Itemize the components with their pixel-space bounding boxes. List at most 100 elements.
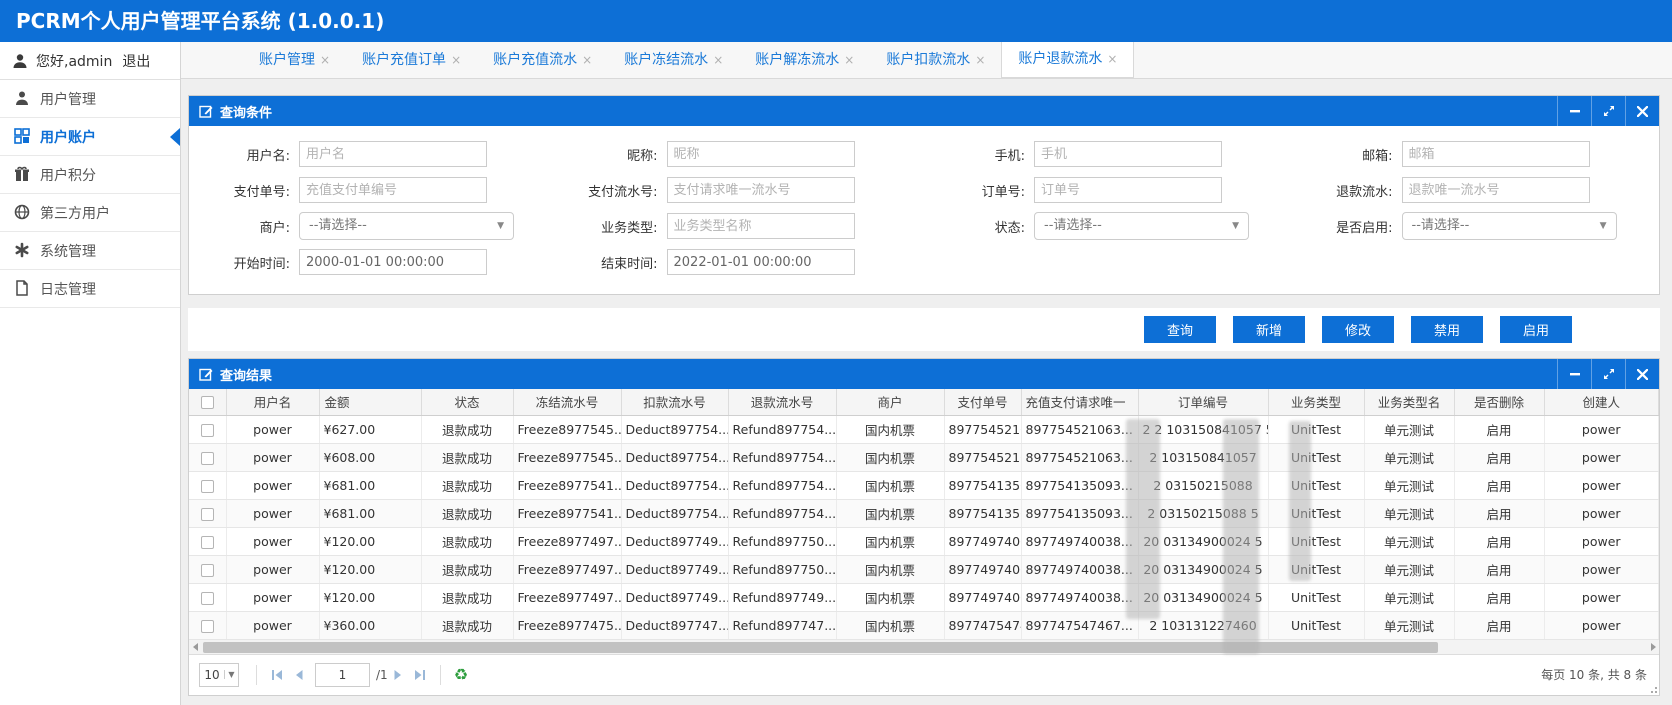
next-page-icon[interactable]	[393, 669, 403, 681]
tab-close-icon[interactable]: ×	[975, 53, 985, 67]
biz-type-input[interactable]	[667, 213, 855, 239]
sidebar-item-label: 日志管理	[40, 279, 96, 299]
end-time-input[interactable]	[667, 249, 855, 275]
cell-refund: Refund897754...	[728, 443, 836, 471]
tab-close-icon[interactable]: ×	[320, 53, 330, 67]
sidebar-item-user-account[interactable]: 用户账户	[0, 118, 180, 156]
merchant-select[interactable]: --请选择--▼	[299, 212, 514, 240]
table-row[interactable]: power¥681.00退款成功Freeze8977541...Deduct89…	[189, 499, 1659, 527]
cell-deleted: 启用	[1454, 555, 1544, 583]
phone-input[interactable]	[1034, 141, 1222, 167]
row-checkbox[interactable]	[201, 564, 214, 577]
scroll-right-icon[interactable]	[1647, 640, 1659, 655]
cell-user: power	[226, 527, 319, 555]
horizontal-scrollbar[interactable]	[189, 640, 1659, 655]
expand-icon[interactable]	[1591, 359, 1625, 389]
cell-deduct: Deduct897754...	[621, 415, 728, 443]
grid-icon	[14, 128, 31, 145]
disable-button[interactable]: 禁用	[1411, 316, 1483, 343]
last-page-icon[interactable]	[413, 669, 426, 681]
email-input[interactable]	[1402, 141, 1590, 167]
row-checkbox[interactable]	[201, 536, 214, 549]
enabled-select[interactable]: --请选择--▼	[1402, 212, 1617, 240]
start-time-input[interactable]	[299, 249, 487, 275]
cell-creator: power	[1544, 443, 1659, 471]
table-row[interactable]: power¥360.00退款成功Freeze8977475...Deduct89…	[189, 611, 1659, 639]
page-size-select[interactable]: 10 ▼	[199, 663, 239, 687]
sidebar-item-label: 用户积分	[40, 165, 96, 185]
first-page-icon[interactable]	[271, 669, 284, 681]
row-checkbox[interactable]	[201, 508, 214, 521]
tab-close-icon[interactable]: ×	[713, 53, 723, 67]
cell-deleted: 启用	[1454, 443, 1544, 471]
cell-user: power	[226, 443, 319, 471]
refund-flow-input[interactable]	[1402, 177, 1590, 203]
cell-freeze: Freeze8977497...	[513, 583, 621, 611]
sidebar-item-log-management[interactable]: 日志管理	[0, 270, 180, 308]
cell-amount: ¥120.00	[319, 583, 421, 611]
status-label: 状态:	[924, 217, 1034, 236]
table-row[interactable]: power¥627.00退款成功Freeze8977545...Deduct89…	[189, 415, 1659, 443]
tab-account-management[interactable]: 账户管理×	[243, 42, 346, 78]
cell-status: 退款成功	[421, 415, 513, 443]
minimize-icon[interactable]	[1557, 96, 1591, 126]
tab-close-icon[interactable]: ×	[451, 53, 461, 67]
cell-status: 退款成功	[421, 471, 513, 499]
sidebar-item-system-management[interactable]: 系统管理	[0, 232, 180, 270]
order-no-input[interactable]	[1034, 177, 1222, 203]
close-icon[interactable]	[1625, 96, 1659, 126]
row-checkbox[interactable]	[201, 592, 214, 605]
tab-unfreeze-flow[interactable]: 账户解冻流水×	[739, 42, 870, 78]
tab-close-icon[interactable]: ×	[1107, 52, 1117, 66]
logout-link[interactable]: 退出	[122, 51, 150, 71]
row-checkbox[interactable]	[201, 424, 214, 437]
cell-user: power	[226, 555, 319, 583]
gift-icon	[14, 166, 31, 183]
table-row[interactable]: power¥120.00退款成功Freeze8977497...Deduct89…	[189, 583, 1659, 611]
results-panel-title: 查询结果	[220, 365, 272, 384]
close-icon[interactable]	[1625, 359, 1659, 389]
add-button[interactable]: 新增	[1233, 316, 1305, 343]
tab-freeze-flow[interactable]: 账户冻结流水×	[608, 42, 739, 78]
tab-recharge-flow[interactable]: 账户充值流水×	[477, 42, 608, 78]
search-button[interactable]: 查询	[1144, 316, 1216, 343]
cell-req_no: 897754135093...	[1021, 471, 1138, 499]
pay-flow-input[interactable]	[667, 177, 855, 203]
start-time-label: 开始时间:	[189, 253, 299, 272]
row-checkbox[interactable]	[201, 620, 214, 633]
tab-recharge-orders[interactable]: 账户充值订单×	[346, 42, 477, 78]
tab-close-icon[interactable]: ×	[844, 53, 854, 67]
query-panel: 查询条件 用户名: 昵称: 手机: 邮箱: 支付单号: 支付流水号:	[188, 95, 1660, 295]
edit-button[interactable]: 修改	[1322, 316, 1394, 343]
table-row[interactable]: power¥120.00退款成功Freeze8977497...Deduct89…	[189, 527, 1659, 555]
table-row[interactable]: power¥681.00退款成功Freeze8977541...Deduct89…	[189, 471, 1659, 499]
enable-button[interactable]: 启用	[1500, 316, 1572, 343]
refresh-icon[interactable]: ♻	[454, 665, 468, 684]
tab-refund-flow[interactable]: 账户退款流水×	[1001, 42, 1134, 78]
tab-close-icon[interactable]: ×	[582, 53, 592, 67]
sidebar-item-user-points[interactable]: 用户积分	[0, 156, 180, 194]
table-row[interactable]: power¥120.00退款成功Freeze8977497...Deduct89…	[189, 555, 1659, 583]
user-avatar-icon	[12, 53, 28, 69]
tab-deduct-flow[interactable]: 账户扣款流水×	[870, 42, 1001, 78]
cell-deleted: 启用	[1454, 583, 1544, 611]
cell-freeze: Freeze8977541...	[513, 499, 621, 527]
table-row[interactable]: power¥608.00退款成功Freeze8977545...Deduct89…	[189, 443, 1659, 471]
sidebar-item-third-party-users[interactable]: 第三方用户	[0, 194, 180, 232]
nickname-input[interactable]	[667, 141, 855, 167]
minimize-icon[interactable]	[1557, 359, 1591, 389]
row-checkbox[interactable]	[201, 480, 214, 493]
resize-grip-icon[interactable]	[1649, 685, 1657, 693]
chevron-down-icon: ▼	[497, 213, 504, 239]
select-all-checkbox[interactable]	[201, 396, 214, 409]
cell-creator: power	[1544, 499, 1659, 527]
row-checkbox[interactable]	[201, 452, 214, 465]
page-number-input[interactable]	[315, 663, 370, 687]
pay-order-input[interactable]	[299, 177, 487, 203]
status-select[interactable]: --请选择--▼	[1034, 212, 1249, 240]
sidebar-item-user-management[interactable]: 用户管理	[0, 80, 180, 118]
scroll-left-icon[interactable]	[189, 640, 201, 655]
prev-page-icon[interactable]	[294, 669, 304, 681]
username-input[interactable]	[299, 141, 487, 167]
expand-icon[interactable]	[1591, 96, 1625, 126]
